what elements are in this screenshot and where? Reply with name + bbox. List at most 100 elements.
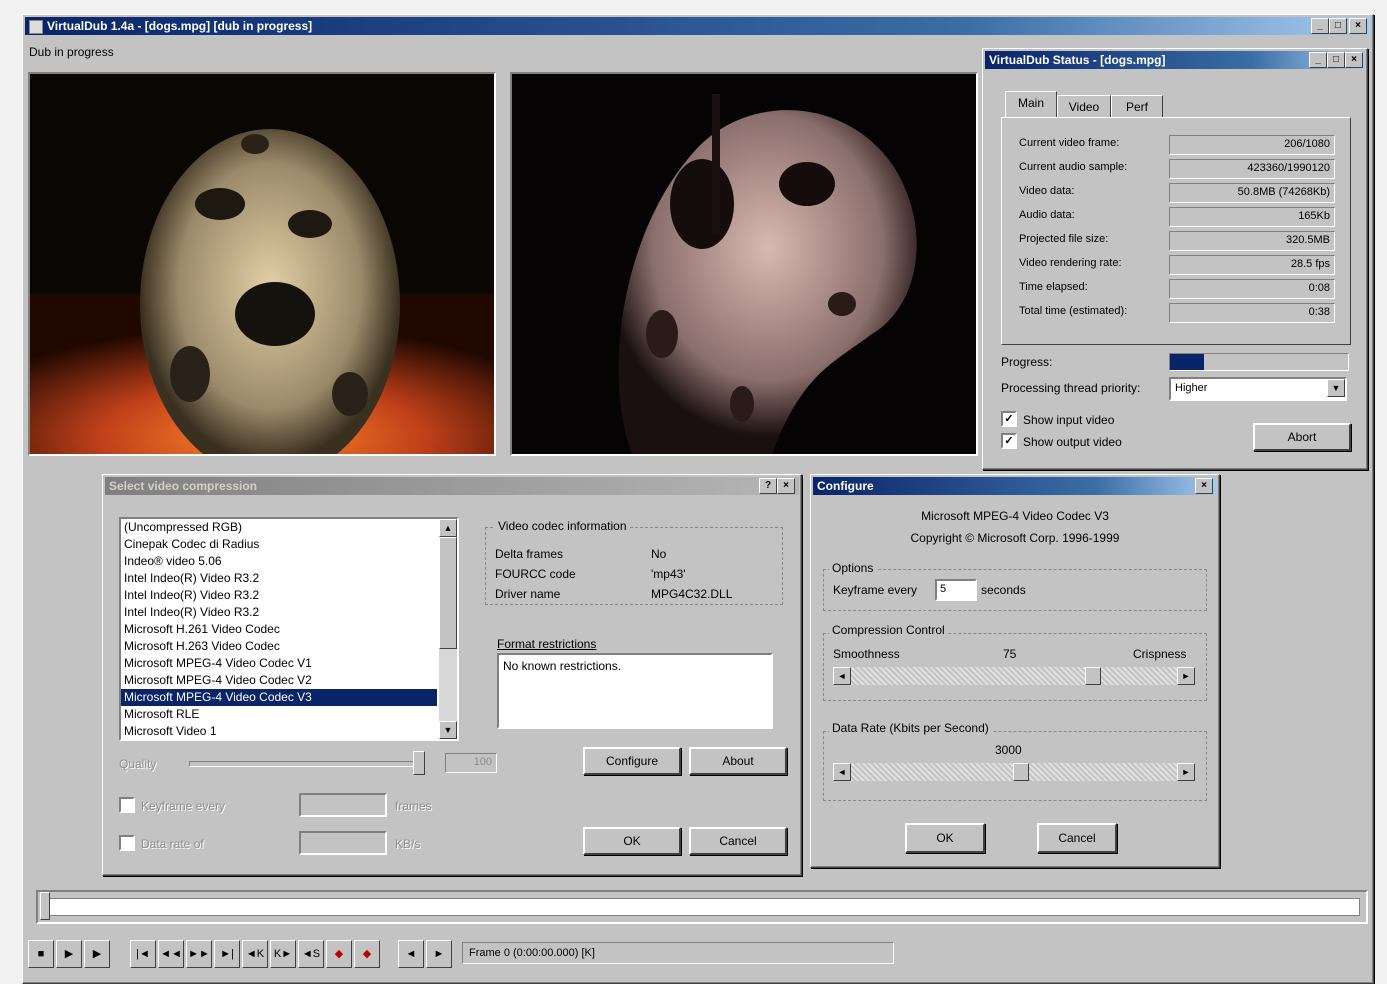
smoothness-track[interactable] xyxy=(851,667,1177,685)
scroll-down-icon[interactable]: ▼ xyxy=(439,721,457,739)
maximize-button[interactable]: □ xyxy=(1329,18,1347,34)
close-button[interactable]: × xyxy=(1349,18,1367,34)
position-scrubber[interactable] xyxy=(36,890,1368,924)
prev-keyframe-icon[interactable]: ◄K xyxy=(242,940,268,968)
status-row-label: Total time (estimated): xyxy=(1019,305,1128,317)
configure-ok-button[interactable]: OK xyxy=(905,823,985,853)
codec-list-item[interactable]: Microsoft MPEG-4 Video Codec V3 xyxy=(121,689,437,706)
codec-list-item[interactable]: Cinepak Codec di Radius xyxy=(121,536,437,553)
mark-out-icon[interactable]: ◆ xyxy=(354,940,380,968)
dub-status-text: Dub in progress xyxy=(29,45,114,59)
show-input-label: Show input video xyxy=(1023,413,1115,427)
datarate-left-arrow-icon[interactable]: ◄ xyxy=(833,763,851,781)
quality-label: Quality xyxy=(119,757,157,771)
datarate-thumb[interactable] xyxy=(1013,763,1030,781)
codec-items: (Uncompressed RGB) Cinepak Codec di Radiu… xyxy=(121,519,437,739)
next-keyframe-icon[interactable]: K► xyxy=(270,940,296,968)
status-row-value: 320.5MB xyxy=(1169,231,1335,251)
compression-title-bar[interactable]: Select video compression xyxy=(105,477,799,495)
codec-list[interactable]: (Uncompressed RGB) Cinepak Codec di Radiu… xyxy=(119,517,459,741)
step-forward-icon[interactable]: ►► xyxy=(186,940,212,968)
keyframe-seconds-input[interactable]: 5 xyxy=(935,579,977,601)
codec-list-item[interactable]: Microsoft H.261 Video Codec xyxy=(121,621,437,638)
main-title-bar[interactable]: VirtualDub 1.4a - [dogs.mpg] [dub in pro… xyxy=(25,17,1371,35)
show-input-checkbox[interactable]: ✓ xyxy=(1001,411,1017,427)
status-maximize-button[interactable]: □ xyxy=(1327,52,1345,68)
status-row-value: 28.5 fps xyxy=(1169,255,1335,275)
compression-close-button[interactable]: × xyxy=(777,478,795,494)
quality-slider-track[interactable] xyxy=(189,761,423,767)
datarate-right-arrow-icon[interactable]: ► xyxy=(1177,763,1195,781)
about-button[interactable]: About xyxy=(689,747,787,775)
smoothness-slider[interactable]: ◄ ► xyxy=(833,667,1195,685)
codec-list-item[interactable]: Intel Indeo(R) Video R3.2 xyxy=(121,604,437,621)
configure-cancel-button[interactable]: Cancel xyxy=(1037,823,1117,853)
scrubber-thumb[interactable] xyxy=(40,892,50,920)
show-output-checkbox[interactable]: ✓ xyxy=(1001,433,1017,449)
go-start-icon[interactable]: |◄ xyxy=(130,940,156,968)
status-row-value: 423360/1990120 xyxy=(1169,159,1335,179)
status-row-label: Current audio sample: xyxy=(1019,161,1128,173)
datarate-input[interactable] xyxy=(299,831,387,855)
tab-video[interactable]: Video xyxy=(1057,95,1111,118)
datarate-suffix: KB/s xyxy=(395,837,421,851)
go-end-icon[interactable]: ►| xyxy=(214,940,240,968)
configure-title-bar[interactable]: Configure xyxy=(813,477,1217,495)
status-title-bar[interactable]: VirtualDub Status - [dogs.mpg] xyxy=(985,51,1365,69)
codec-list-item[interactable]: Indeo® video 5.06 xyxy=(121,553,437,570)
status-minimize-button[interactable]: _ xyxy=(1309,52,1327,68)
tab-perf[interactable]: Perf xyxy=(1111,95,1163,118)
quality-slider-thumb[interactable] xyxy=(413,751,425,775)
codec-list-item[interactable]: (Uncompressed RGB) xyxy=(121,519,437,536)
keyframe-input[interactable] xyxy=(299,793,387,817)
codec-list-item[interactable]: Microsoft Video 1 xyxy=(121,723,437,739)
minimize-button[interactable]: _ xyxy=(1311,18,1329,34)
play-input-icon[interactable]: ▶ xyxy=(56,940,82,968)
smoothness-thumb[interactable] xyxy=(1085,667,1101,685)
zoom-in-icon[interactable]: ► xyxy=(426,940,452,968)
status-row-value: 206/1080 xyxy=(1169,135,1335,155)
codec-info-group-label: Video codec information xyxy=(495,519,630,533)
codec-list-item[interactable]: Intel Indeo(R) Video R3.2 xyxy=(121,570,437,587)
ok-button[interactable]: OK xyxy=(583,827,681,855)
play-output-icon[interactable]: ▶ xyxy=(84,940,110,968)
configure-close-button[interactable]: × xyxy=(1195,478,1213,494)
format-restrictions-text: No known restrictions. xyxy=(503,659,622,673)
keyframe-checkbox[interactable] xyxy=(119,797,135,813)
codec-list-scrollbar[interactable]: ▲ ▼ xyxy=(439,519,457,739)
input-video-pane xyxy=(28,72,496,456)
status-close-button[interactable]: × xyxy=(1345,52,1363,68)
compression-help-button[interactable]: ? xyxy=(759,478,777,494)
smoothness-right-arrow-icon[interactable]: ► xyxy=(1177,667,1195,685)
abort-button[interactable]: Abort xyxy=(1253,423,1351,451)
configure-button[interactable]: Configure xyxy=(583,747,681,775)
compression-dialog-title: Select video compression xyxy=(109,479,258,493)
datarate-value: 3000 xyxy=(995,743,1022,757)
datarate-slider[interactable]: ◄ ► xyxy=(833,763,1195,781)
scrubber-track[interactable] xyxy=(46,898,1360,916)
priority-dropdown[interactable]: Higher ▼ xyxy=(1169,377,1347,401)
stop-icon[interactable]: ■ xyxy=(28,940,54,968)
smoothness-value: 75 xyxy=(1003,647,1017,661)
codec-name-text: Microsoft MPEG-4 Video Codec V3 xyxy=(921,509,1109,523)
copyright-text: Copyright © Microsoft Corp. 1996-1999 xyxy=(910,531,1120,545)
codec-list-item[interactable]: Microsoft MPEG-4 Video Codec V1 xyxy=(121,655,437,672)
codec-list-item[interactable]: Microsoft MPEG-4 Video Codec V2 xyxy=(121,672,437,689)
codec-list-item[interactable]: Microsoft RLE xyxy=(121,706,437,723)
cancel-button[interactable]: Cancel xyxy=(689,827,787,855)
scene-back-icon[interactable]: ◄S xyxy=(298,940,324,968)
codec-list-item[interactable]: Intel Indeo(R) Video R3.2 xyxy=(121,587,437,604)
datarate-checkbox[interactable] xyxy=(119,835,135,851)
zoom-out-icon[interactable]: ◄ xyxy=(398,940,424,968)
keyframe-seconds-unit: seconds xyxy=(981,583,1026,597)
status-row-label: Audio data: xyxy=(1019,209,1075,221)
codec-list-item[interactable]: Microsoft H.263 Video Codec xyxy=(121,638,437,655)
mark-in-icon[interactable]: ◆ xyxy=(326,940,352,968)
smoothness-left-arrow-icon[interactable]: ◄ xyxy=(833,667,851,685)
step-back-icon[interactable]: ◄◄ xyxy=(158,940,184,968)
chevron-down-icon[interactable]: ▼ xyxy=(1327,379,1345,397)
keyframe-suffix: frames xyxy=(395,799,432,813)
scroll-up-icon[interactable]: ▲ xyxy=(439,519,457,537)
tab-main[interactable]: Main xyxy=(1005,91,1057,117)
scroll-thumb[interactable] xyxy=(439,537,457,649)
